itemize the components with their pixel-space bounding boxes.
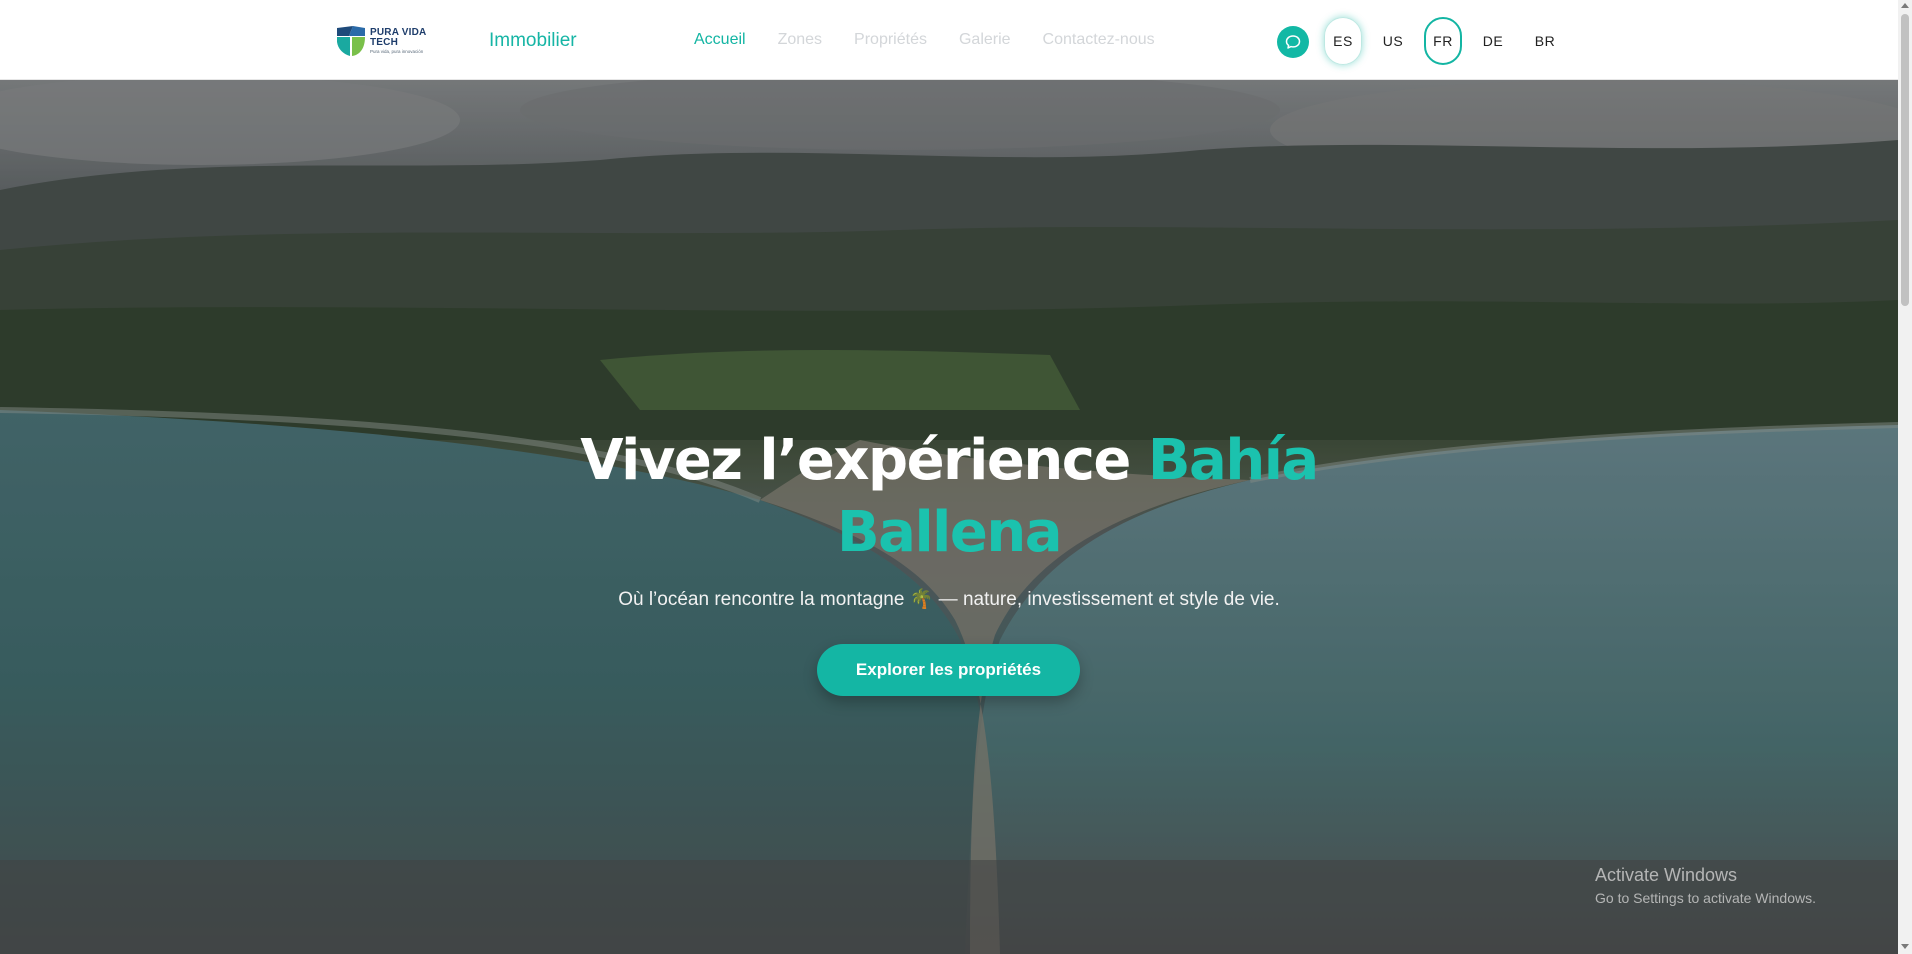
explore-properties-button[interactable]: Explorer les propriétés (817, 644, 1080, 696)
nav-item-accueil[interactable]: Accueil (694, 31, 746, 49)
nav-item-galerie[interactable]: Galerie (959, 31, 1011, 49)
logo-tagline: Pura vida, pura innovación (370, 48, 424, 54)
chat-button[interactable] (1277, 26, 1309, 58)
nav-item-proprietes[interactable]: Propriétés (854, 31, 927, 49)
logo-title-line2: TECH (370, 36, 399, 48)
hero-subtitle-before: Où l’océan rencontre la montagne (618, 589, 910, 610)
nav-item-zones[interactable]: Zones (778, 31, 822, 49)
hero-subtitle-after: — nature, investissement et style de vie… (933, 589, 1280, 610)
palm-tree-icon: 🌴 (909, 589, 934, 610)
hero-subtitle: Où l’océan rencontre la montagne 🌴 — nat… (0, 587, 1898, 611)
nav-item-contact[interactable]: Contactez-nous (1043, 31, 1155, 49)
brand-label[interactable]: Immobilier (489, 30, 577, 52)
chat-bubble-icon (1285, 35, 1301, 49)
logo[interactable]: PURA VIDA TECH Pura vida, pura innovació… (335, 22, 430, 60)
logo-text: PURA VIDA TECH Pura vida, pura innovació… (370, 27, 426, 55)
scroll-up-arrow-icon[interactable] (1901, 3, 1909, 8)
lang-button-us[interactable]: US (1374, 17, 1412, 65)
hero-title-accent-2: Ballena (837, 500, 1063, 565)
site-header: PURA VIDA TECH Pura vida, pura innovació… (0, 0, 1898, 80)
scroll-down-arrow-icon[interactable] (1901, 944, 1909, 949)
lang-button-fr[interactable]: FR (1424, 17, 1462, 65)
watermark-line1: Activate Windows (1595, 865, 1738, 885)
hero-section: Vivez l’expérience Bahía Ballena Où l’oc… (0, 80, 1898, 954)
hero-title-accent-1: Bahía (1147, 428, 1319, 493)
hero-title: Vivez l’expérience Bahía Ballena (0, 425, 1898, 569)
lang-button-de[interactable]: DE (1474, 17, 1512, 65)
scrollbar-thumb[interactable] (1901, 14, 1909, 306)
hero-title-prefix: Vivez l’expérience (580, 428, 1148, 493)
windows-activation-watermark: Activate Windows Go to Settings to activ… (1595, 865, 1816, 906)
logo-mark-icon (337, 26, 365, 56)
lang-button-br[interactable]: BR (1526, 17, 1564, 65)
main-nav: Accueil Zones Propriétés Galerie Contact… (694, 31, 1187, 49)
watermark-line2: Go to Settings to activate Windows. (1595, 890, 1816, 906)
page-scrollbar[interactable] (1898, 0, 1912, 954)
lang-button-es[interactable]: ES (1324, 17, 1362, 65)
